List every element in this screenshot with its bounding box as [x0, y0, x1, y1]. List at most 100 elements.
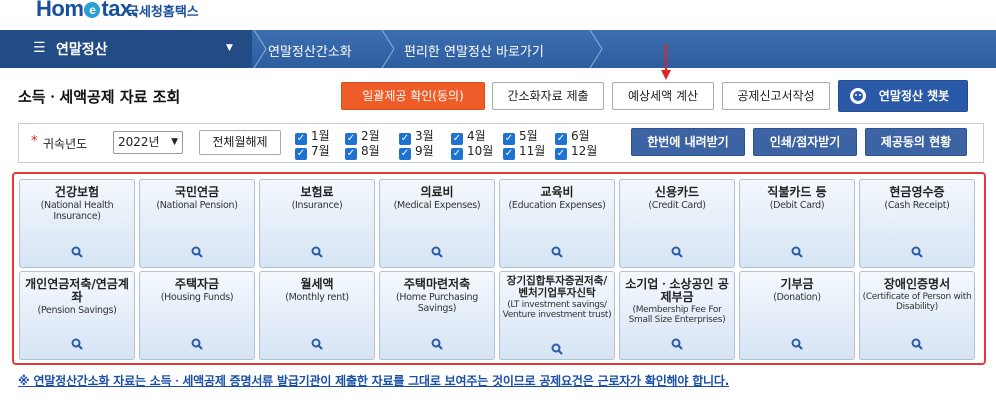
chatbot-icon	[850, 88, 866, 104]
print-braille-button[interactable]: 인쇄/점자받기	[753, 128, 857, 156]
month-checkbox-4[interactable]: ✓ 4월	[451, 129, 486, 145]
card-title: 국민연금	[174, 185, 220, 199]
card-housing-funds[interactable]: 주택자금 (Housing Funds)	[139, 271, 255, 360]
card-subtitle: (Housing Funds)	[160, 292, 234, 303]
search-icon	[671, 246, 683, 258]
month-checkbox-7[interactable]: ✓ 7월	[295, 144, 330, 160]
month-checkbox-2[interactable]: ✓ 2월	[345, 129, 380, 145]
month-checkbox-11[interactable]: ✓ 11월	[503, 144, 545, 160]
checkbox-checked-icon: ✓	[345, 148, 357, 160]
submit-simple-data-button[interactable]: 간소화자료 제출	[492, 82, 604, 110]
month-label: 8월	[361, 144, 380, 158]
month-checkbox-5[interactable]: ✓ 5월	[503, 129, 538, 145]
card-title: 월세액	[300, 277, 334, 291]
card-subtitle: (Monthly rent)	[285, 292, 349, 303]
month-label: 9월	[415, 144, 434, 158]
estimate-tax-button[interactable]: 예상세액 계산	[612, 82, 714, 110]
card-lt-investment-savings[interactable]: 장기집합투자증권저축/벤처기업투자신탁 (LT investment saving…	[499, 271, 615, 360]
search-icon	[311, 338, 323, 350]
card-title: 건강보험	[54, 185, 100, 199]
month-checkbox-3[interactable]: ✓ 3월	[399, 129, 434, 145]
card-title: 직불카드 등	[767, 185, 827, 199]
card-title: 주택자금	[174, 277, 220, 291]
year-select-value: 2022년	[118, 135, 160, 149]
download-all-button[interactable]: 한번에 내려받기	[631, 128, 745, 156]
card-title: 개인연금저축/연금계좌	[25, 277, 129, 304]
card-disability-certificate[interactable]: 장애인증명서 (Certificate of Person with Disabi…	[859, 271, 975, 360]
search-icon	[551, 343, 563, 355]
checkbox-checked-icon: ✓	[555, 148, 567, 160]
notice-link[interactable]: ※ 연말정산간소화 자료는 소득ㆍ세액공제 증명서류 발급기관이 제출한 자료를…	[18, 372, 729, 389]
year-select[interactable]: 2022년 ▼	[113, 131, 183, 154]
search-icon	[431, 246, 443, 258]
breadcrumb-shortcut[interactable]: 편리한 연말정산 바로가기	[404, 41, 544, 60]
filter-panel: * 귀속년도 2022년 ▼ 전체월해제 ✓ 1월 ✓ 2월 ✓ 3월 ✓ 4월 ✓ 5월 …	[18, 123, 984, 163]
search-icon	[71, 246, 83, 258]
checkbox-checked-icon: ✓	[451, 148, 463, 160]
nav-bar: ☰ 연말정산 ▼ 연말정산간소화 편리한 연말정산 바로가기	[0, 30, 996, 68]
card-title: 보험료	[300, 185, 334, 199]
card-title: 소기업ㆍ소상공인 공제부금	[625, 277, 729, 304]
card-small-business-mutual-aid[interactable]: 소기업ㆍ소상공인 공제부금 (Membership Fee For Small S…	[619, 271, 735, 360]
provider-consent-status-button[interactable]: 제공동의 현황	[865, 128, 967, 156]
nav-main-menu[interactable]: ☰ 연말정산 ▼	[0, 30, 252, 68]
search-icon	[431, 338, 443, 350]
card-debit-card[interactable]: 직불카드 등 (Debit Card)	[739, 179, 855, 268]
month-checkbox-1[interactable]: ✓ 1월	[295, 129, 330, 145]
card-subtitle: (National Pension)	[156, 200, 238, 211]
card-cash-receipt[interactable]: 현금영수증 (Cash Receipt)	[859, 179, 975, 268]
card-subtitle: (Pension Savings)	[37, 305, 117, 316]
month-checkbox-9[interactable]: ✓ 9월	[399, 144, 434, 160]
card-title: 장기집합투자증권저축/벤처기업투자신탁	[506, 275, 608, 299]
card-donation[interactable]: 기부금 (Donation)	[739, 271, 855, 360]
page-title: 소득ㆍ세액공제 자료 조회	[18, 88, 181, 106]
logo-text: Hom	[36, 0, 84, 21]
month-label: 7월	[311, 144, 330, 158]
checkbox-checked-icon: ✓	[399, 148, 411, 160]
card-home-purchasing-savings[interactable]: 주택마련저축 (Home Purchasing Savings)	[379, 271, 495, 360]
search-icon	[791, 246, 803, 258]
breadcrumb-separator-icon	[381, 30, 395, 68]
card-health-insurance[interactable]: 건강보험 (National Health Insurance)	[19, 179, 135, 268]
card-national-pension[interactable]: 국민연금 (National Pension)	[139, 179, 255, 268]
red-arrow-annotation	[661, 44, 671, 80]
card-title: 의료비	[420, 185, 454, 199]
card-subtitle: (Cash Receipt)	[884, 200, 950, 211]
month-label: 2월	[361, 129, 380, 143]
month-checkbox-12[interactable]: ✓ 12월	[555, 144, 597, 160]
month-checkbox-10[interactable]: ✓ 10월	[451, 144, 493, 160]
header: Hom e tax. 국세청홈택스	[0, 0, 996, 28]
card-pension-savings[interactable]: 개인연금저축/연금계좌 (Pension Savings)	[19, 271, 135, 360]
chatbot-label: 연말정산 챗봇	[878, 89, 950, 103]
card-credit-card[interactable]: 신용카드 (Credit Card)	[619, 179, 735, 268]
hometax-logo[interactable]: Hom e tax.	[36, 0, 138, 22]
month-label: 11월	[519, 144, 546, 158]
card-subtitle: (Membership Fee For Small Size Enterpris…	[628, 305, 726, 325]
required-mark: *	[31, 134, 38, 149]
menu-icon: ☰	[33, 40, 46, 56]
deselect-all-months-button[interactable]: 전체월해제	[199, 130, 281, 155]
card-insurance[interactable]: 보험료 (Insurance)	[259, 179, 375, 268]
month-checkbox-8[interactable]: ✓ 8월	[345, 144, 380, 160]
search-icon	[71, 338, 83, 350]
logo-subtitle: 국세청홈택스	[127, 5, 199, 20]
search-icon	[911, 338, 923, 350]
card-education-expenses[interactable]: 교육비 (Education Expenses)	[499, 179, 615, 268]
breadcrumb-year-end-simple[interactable]: 연말정산간소화	[268, 41, 352, 60]
card-medical-expenses[interactable]: 의료비 (Medical Expenses)	[379, 179, 495, 268]
card-subtitle: (Debit Card)	[769, 200, 825, 211]
chatbot-button[interactable]: 연말정산 챗봇	[838, 80, 968, 112]
search-icon	[911, 246, 923, 258]
bulk-consent-button[interactable]: 일괄제공 확인(동의)	[341, 82, 485, 110]
deduction-form-button[interactable]: 공제신고서작성	[722, 82, 830, 110]
card-subtitle: (Education Expenses)	[508, 200, 606, 211]
month-checkbox-6[interactable]: ✓ 6월	[555, 129, 590, 145]
card-title: 주택마련저축	[403, 277, 471, 291]
search-icon	[791, 338, 803, 350]
search-icon	[551, 246, 563, 258]
month-label: 12월	[571, 144, 598, 158]
chevron-down-icon: ▼	[226, 43, 233, 53]
card-monthly-rent[interactable]: 월세액 (Monthly rent)	[259, 271, 375, 360]
card-subtitle: (Credit Card)	[648, 200, 706, 211]
year-label: 귀속년도	[43, 137, 88, 151]
